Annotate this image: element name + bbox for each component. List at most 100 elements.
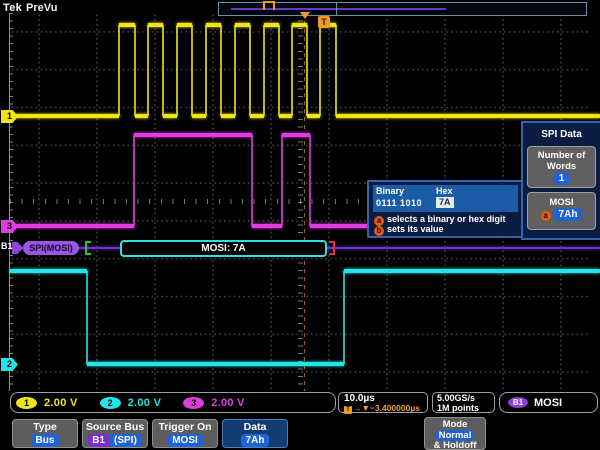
bus-decode-value: MOSI: 7A: [120, 240, 327, 257]
ch1-sclk-segment: [235, 23, 250, 27]
menu-data-label: Data: [244, 421, 267, 433]
ch1-sclk-segment: [192, 114, 206, 118]
hex-label: Hex: [436, 186, 453, 196]
number-of-words-button[interactable]: Number of Words 1: [527, 146, 596, 188]
ch1-sclk-segment: [264, 23, 279, 27]
trigger-source-readout: B1 MOSI: [499, 392, 598, 413]
panel-title: SPI Data: [523, 129, 600, 140]
ch2-cs-segment: [87, 362, 344, 366]
ch1-sclk-segment: [263, 25, 265, 116]
bus-tag-label: B1: [1, 241, 13, 251]
ch1-sclk-segment: [250, 114, 264, 118]
menu-source-bus-button[interactable]: Source Bus B1(SPI): [82, 419, 148, 448]
ch1-sclk-segment: [205, 25, 207, 116]
channel3-readout[interactable]: 3 2.00 V: [183, 397, 245, 409]
menu-mode-suffix: & Holdoff: [434, 440, 477, 450]
ch1-sclk-segment: [336, 114, 600, 118]
ch3-mosi-segment: [134, 133, 252, 137]
menu-type-label: Type: [33, 421, 57, 433]
hex-value[interactable]: 7A: [436, 197, 454, 208]
oscilloscope-screen: Tek PreVu 1 3 2 B1 SPI(MOSI) MOSI: 7A T B…: [0, 0, 600, 450]
ch2-cs-segment: [86, 271, 88, 364]
number-of-words-label1: Number of: [538, 150, 586, 161]
ch1-sclk-segment: [335, 25, 337, 116]
menu-trigger-on-label: Trigger On: [158, 421, 211, 433]
ch1-sclk-segment: [234, 25, 236, 116]
menu-trigger-on-value: MOSI: [167, 434, 203, 447]
menu-source-bus-tag: B1: [88, 434, 109, 447]
ch1-sclk-segment: [206, 23, 221, 27]
ch3-mosi-segment: [281, 135, 283, 226]
ch1-sclk-segment: [134, 25, 136, 116]
popup-value-box: Binary 0111 1010 Hex 7A: [373, 185, 518, 212]
ch1-sclk-segment: [191, 25, 193, 116]
ch3-mosi-segment: [252, 224, 282, 228]
ch1-sclk-segment: [249, 25, 251, 116]
mosi-button-label: MOSI: [549, 197, 573, 208]
channel-scale-readouts: 1 2.00 V 2 2.00 V 3 2.00 V: [10, 392, 336, 413]
ch1-sclk-segment: [278, 25, 280, 116]
acquisition-status: PreVu: [26, 2, 57, 14]
channel1-readout[interactable]: 1 2.00 V: [16, 397, 78, 409]
data-entry-popup: Binary 0111 1010 Hex 7A aselects a binar…: [367, 180, 527, 238]
ch1-sclk-segment: [221, 114, 235, 118]
ch2-cs-segment: [343, 271, 345, 364]
knob-b-icon: b: [374, 226, 384, 236]
channel3-badge: 3: [183, 397, 204, 409]
menu-type-value: Bus: [31, 434, 60, 447]
menu-data-button[interactable]: Data 7Ah: [222, 419, 288, 448]
ch1-sclk-segment: [306, 25, 308, 116]
hint-a-text: selects a binary or hex digit: [387, 214, 506, 224]
trigger-position-arrow-icon[interactable]: [300, 12, 310, 19]
spi-data-panel: SPI Data Number of Words 1 MOSI a7Ah: [521, 121, 600, 240]
channel2-scale: 2.00 V: [128, 397, 162, 409]
ch2-cs-segment: [344, 269, 600, 273]
number-of-words-value: 1: [554, 172, 570, 185]
ch3-mosi-segment: [133, 135, 135, 226]
channel2-badge: 2: [100, 397, 121, 409]
ch1-sclk-segment: [162, 25, 164, 116]
ch1-sclk-segment: [319, 25, 321, 116]
trigger-position-value: →▼−3.400000µs: [353, 403, 420, 413]
trigger-point-icon: T: [318, 16, 330, 28]
ch1-sclk-segment: [176, 25, 178, 116]
trigger-source-name: MOSI: [534, 397, 562, 409]
ch1-sclk-segment: [177, 23, 192, 27]
menu-source-bus-value: (SPI): [109, 434, 142, 447]
menu-trigger-on-button[interactable]: Trigger On MOSI: [152, 419, 218, 448]
ch1-sclk-segment: [291, 25, 293, 116]
brand-logo: Tek: [3, 2, 22, 14]
record-length: 1M points: [437, 404, 494, 414]
ch1-sclk-segment: [119, 23, 135, 27]
mosi-data-button[interactable]: MOSI a7Ah: [527, 192, 596, 230]
ch1-sclk-segment: [220, 25, 222, 116]
mosi-button-value: 7Ah: [554, 208, 583, 221]
channel1-badge: 1: [16, 397, 37, 409]
menu-data-value: 7Ah: [241, 434, 270, 447]
knob-a-icon: a: [541, 211, 551, 221]
ch2-cs-segment: [10, 269, 87, 273]
binary-label: Binary: [376, 186, 404, 196]
trigger-position-readout: T→▼−3.400000µs: [344, 403, 427, 414]
ch1-sclk-segment: [118, 25, 120, 116]
menu-mode-button[interactable]: Mode Normal & Holdoff: [424, 417, 486, 450]
time-per-division: 10.0µs: [344, 394, 427, 403]
ch3-mosi-segment: [10, 224, 134, 228]
binary-value: 0111 1010: [376, 198, 422, 208]
ch1-sclk-segment: [292, 23, 307, 27]
ch3-mosi-segment: [251, 135, 253, 226]
ch3-mosi-segment: [309, 135, 311, 226]
trigger-t-icon: T: [344, 406, 352, 414]
ch1-sclk-segment: [148, 23, 163, 27]
brand-status: Tek PreVu: [3, 2, 57, 14]
bus-name-badge[interactable]: SPI(MOSI): [23, 241, 79, 255]
ch3-mosi-segment: [282, 133, 310, 137]
record-divider: [336, 3, 337, 15]
packet-start-bracket: [85, 241, 91, 255]
channel2-readout[interactable]: 2 2.00 V: [100, 397, 162, 409]
number-of-words-label2: Words: [547, 161, 576, 172]
hint-b: bsets its value: [374, 224, 444, 236]
channel3-scale: 2.00 V: [211, 397, 245, 409]
record-view-bar: [218, 2, 587, 16]
menu-type-button[interactable]: Type Bus: [12, 419, 78, 448]
